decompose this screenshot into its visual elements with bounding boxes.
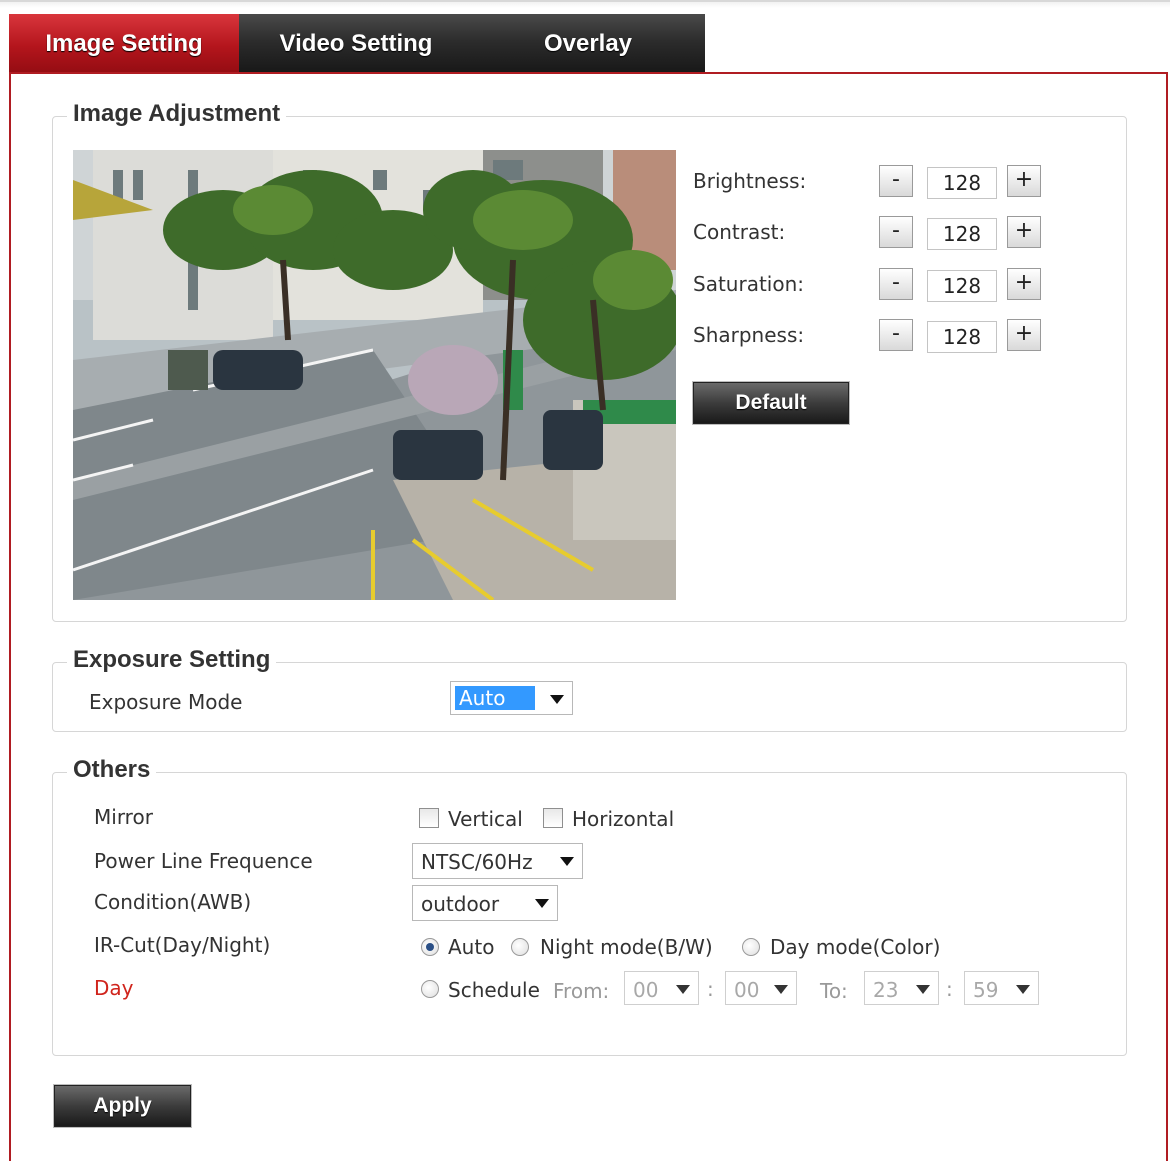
- schedule-to-label: To:: [820, 979, 848, 1003]
- schedule-label[interactable]: Schedule: [448, 978, 540, 1002]
- saturation-value[interactable]: 128: [927, 270, 997, 302]
- tab-video-setting[interactable]: Video Setting: [241, 14, 471, 74]
- top-border: [0, 0, 1170, 8]
- exposure-setting-group: Exposure Setting Exposure Mode Auto: [52, 646, 1127, 732]
- chevron-down-icon: [550, 695, 564, 704]
- awb-condition-select[interactable]: outdoor: [412, 885, 558, 921]
- ir-cut-auto-radio[interactable]: [421, 938, 439, 956]
- ir-cut-night-radio[interactable]: [511, 938, 529, 956]
- schedule-to-minute-value: 59: [973, 978, 999, 1002]
- ir-cut-day-label[interactable]: Day mode(Color): [770, 935, 940, 959]
- chevron-down-icon: [916, 985, 930, 994]
- day-label: Day: [94, 976, 134, 1000]
- power-line-frequence-label: Power Line Frequence: [94, 849, 313, 873]
- schedule-from-hour-value: 00: [633, 978, 659, 1002]
- tab-overlay[interactable]: Overlay: [473, 14, 703, 74]
- schedule-to-hour-value: 23: [873, 978, 899, 1002]
- ir-cut-label: IR-Cut(Day/Night): [94, 933, 271, 957]
- schedule-to-hour-select[interactable]: 23: [864, 971, 939, 1005]
- awb-condition-value: outdoor: [421, 892, 500, 916]
- ir-cut-auto-label[interactable]: Auto: [448, 935, 494, 959]
- chevron-down-icon: [535, 899, 549, 908]
- brightness-label: Brightness:: [693, 169, 807, 193]
- schedule-from-label: From:: [553, 979, 610, 1003]
- exposure-mode-select[interactable]: Auto: [450, 681, 573, 715]
- schedule-from-minute-select[interactable]: 00: [725, 971, 797, 1005]
- contrast-label: Contrast:: [693, 220, 786, 244]
- tab-bar: Image Setting Video Setting Overlay: [9, 14, 705, 74]
- exposure-mode-label: Exposure Mode: [89, 690, 243, 714]
- brightness-increase-button[interactable]: +: [1007, 165, 1041, 197]
- chevron-down-icon: [560, 857, 574, 866]
- chevron-down-icon: [774, 985, 788, 994]
- mirror-label: Mirror: [94, 805, 153, 829]
- tab-image-setting[interactable]: Image Setting: [9, 14, 239, 74]
- image-adjustment-legend: Image Adjustment: [67, 100, 287, 128]
- image-adjustment-group: Image Adjustment Brightness: - 128 + Con…: [52, 100, 1127, 622]
- settings-panel: Image Adjustment Brightness: - 128 + Con…: [9, 72, 1168, 1161]
- awb-condition-label: Condition(AWB): [94, 890, 252, 914]
- default-button[interactable]: Default: [692, 381, 850, 425]
- mirror-vertical-checkbox[interactable]: [419, 808, 439, 828]
- schedule-from-minute-value: 00: [734, 978, 760, 1002]
- apply-button[interactable]: Apply: [53, 1084, 192, 1128]
- mirror-horizontal-checkbox[interactable]: [543, 808, 563, 828]
- sharpness-value[interactable]: 128: [927, 321, 997, 353]
- exposure-setting-legend: Exposure Setting: [67, 646, 277, 674]
- chevron-down-icon: [1016, 985, 1030, 994]
- time-separator: :: [946, 977, 953, 1001]
- exposure-mode-value: Auto: [455, 686, 535, 710]
- schedule-radio[interactable]: [421, 980, 439, 998]
- power-line-frequence-select[interactable]: NTSC/60Hz: [412, 843, 583, 879]
- schedule-to-minute-select[interactable]: 59: [964, 971, 1039, 1005]
- ir-cut-day-radio[interactable]: [742, 938, 760, 956]
- schedule-from-hour-select[interactable]: 00: [624, 971, 699, 1005]
- sharpness-decrease-button[interactable]: -: [879, 319, 913, 351]
- mirror-vertical-label[interactable]: Vertical: [448, 807, 523, 831]
- saturation-increase-button[interactable]: +: [1007, 268, 1041, 300]
- power-line-frequence-value: NTSC/60Hz: [421, 850, 533, 874]
- time-separator: :: [707, 977, 714, 1001]
- others-group: Others Mirror Vertical Horizontal Power …: [52, 756, 1127, 1056]
- mirror-horizontal-label[interactable]: Horizontal: [572, 807, 674, 831]
- sharpness-label: Sharpness:: [693, 323, 805, 347]
- brightness-value[interactable]: 128: [927, 167, 997, 199]
- contrast-value[interactable]: 128: [927, 218, 997, 250]
- camera-preview-image: [73, 150, 676, 600]
- others-legend: Others: [67, 756, 157, 784]
- saturation-label: Saturation:: [693, 272, 804, 296]
- brightness-decrease-button[interactable]: -: [879, 165, 913, 197]
- saturation-decrease-button[interactable]: -: [879, 268, 913, 300]
- chevron-down-icon: [676, 985, 690, 994]
- ir-cut-night-label[interactable]: Night mode(B/W): [540, 935, 713, 959]
- contrast-increase-button[interactable]: +: [1007, 216, 1041, 248]
- sharpness-increase-button[interactable]: +: [1007, 319, 1041, 351]
- contrast-decrease-button[interactable]: -: [879, 216, 913, 248]
